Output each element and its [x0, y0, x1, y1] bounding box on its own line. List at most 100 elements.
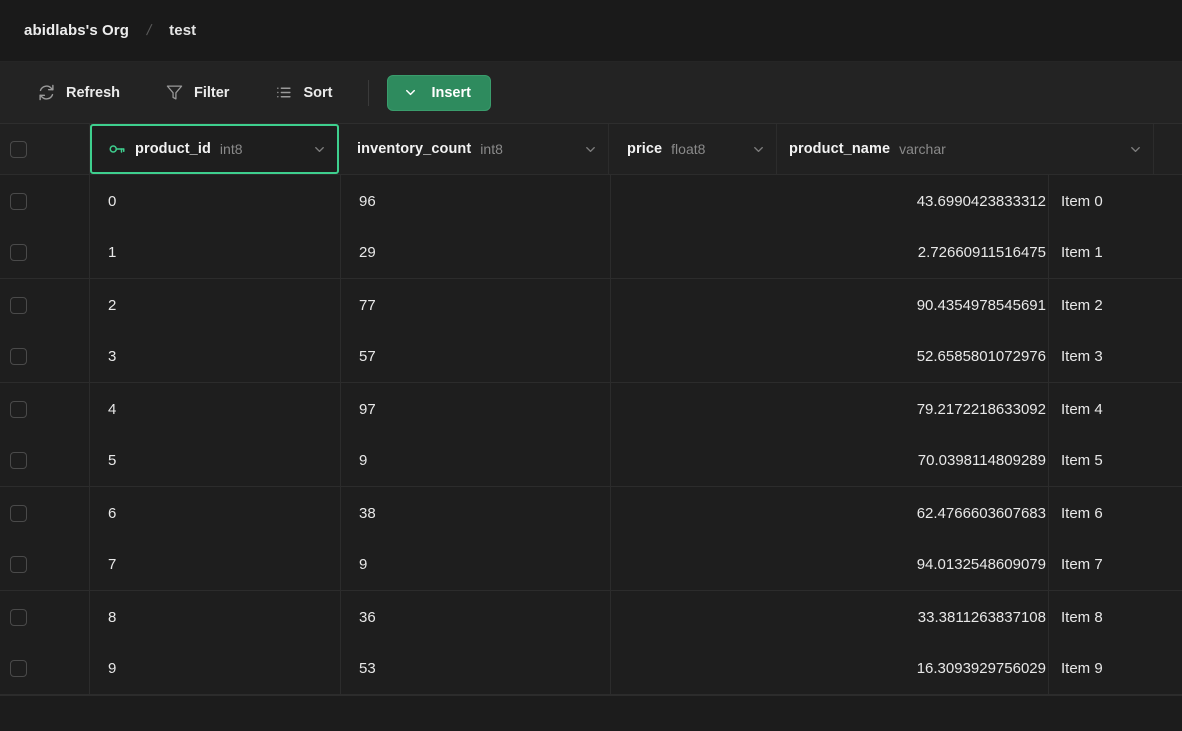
cell-inventory_count[interactable]: 9 [341, 435, 611, 486]
cell-inventory_count[interactable]: 57 [341, 331, 611, 382]
select-all-checkbox[interactable] [10, 141, 27, 158]
column-header-inventory_count[interactable]: inventory_count int8 [339, 124, 609, 174]
cell-price[interactable]: 16.3093929756029 [611, 643, 1049, 694]
cell-inventory_count[interactable]: 97 [341, 383, 611, 435]
chevron-down-icon[interactable] [751, 142, 766, 157]
row-checkbox[interactable] [10, 609, 27, 626]
refresh-button[interactable]: Refresh [24, 78, 134, 107]
row-checkbox[interactable] [10, 348, 27, 365]
table-row[interactable]: 1292.72660911516475Item 1 [0, 227, 1182, 279]
breadcrumb-org[interactable]: abidlabs's Org [24, 22, 129, 39]
row-select-cell[interactable] [0, 175, 90, 227]
row-select-cell[interactable] [0, 643, 90, 694]
breadcrumb-bar: abidlabs's Org / test [0, 0, 1182, 62]
cell-product_name[interactable]: Item 3 [1049, 331, 1182, 382]
cell-inventory_count[interactable]: 77 [341, 279, 611, 331]
cell-price[interactable]: 79.2172218633092 [611, 383, 1049, 435]
cell-product_name[interactable]: Item 2 [1049, 279, 1182, 331]
row-checkbox[interactable] [10, 452, 27, 469]
table-toolbar: Refresh Filter Sort [0, 62, 1182, 124]
row-select-cell[interactable] [0, 331, 90, 382]
row-select-cell[interactable] [0, 487, 90, 539]
chevron-down-icon[interactable] [312, 142, 327, 157]
cell-product_id[interactable]: 8 [90, 591, 341, 643]
cell-product_name[interactable]: Item 8 [1049, 591, 1182, 643]
row-checkbox[interactable] [10, 297, 27, 314]
breadcrumb-table[interactable]: test [169, 22, 196, 39]
cell-product_id[interactable]: 5 [90, 435, 341, 486]
filter-label: Filter [194, 85, 229, 101]
cell-product_id[interactable]: 4 [90, 383, 341, 435]
cell-price[interactable]: 2.72660911516475 [611, 227, 1049, 278]
row-checkbox[interactable] [10, 660, 27, 677]
chevron-down-icon[interactable] [1128, 142, 1143, 157]
cell-price[interactable]: 43.6990423833312 [611, 175, 1049, 227]
cell-product_id[interactable]: 1 [90, 227, 341, 278]
row-checkbox[interactable] [10, 505, 27, 522]
row-checkbox[interactable] [10, 244, 27, 261]
select-all-cell[interactable] [0, 124, 90, 174]
cell-price[interactable]: 94.0132548609079 [611, 539, 1049, 590]
cell-price[interactable]: 52.6585801072976 [611, 331, 1049, 382]
column-name-price: price [627, 141, 662, 157]
sort-icon [275, 84, 292, 101]
cell-product_name[interactable]: Item 5 [1049, 435, 1182, 486]
refresh-icon [38, 84, 55, 101]
row-select-cell[interactable] [0, 383, 90, 435]
column-header-price[interactable]: price float8 [609, 124, 777, 174]
row-checkbox[interactable] [10, 193, 27, 210]
table-row[interactable]: 09643.6990423833312Item 0 [0, 175, 1182, 227]
column-header-product_name[interactable]: product_name varchar [777, 124, 1154, 174]
cell-product_id[interactable]: 0 [90, 175, 341, 227]
table-row[interactable]: 49779.2172218633092Item 4 [0, 383, 1182, 435]
cell-product_id[interactable]: 7 [90, 539, 341, 590]
cell-product_id[interactable]: 3 [90, 331, 341, 382]
column-type-price: float8 [671, 141, 705, 157]
chevron-down-icon[interactable] [583, 142, 598, 157]
table-row[interactable]: 5970.0398114809289Item 5 [0, 435, 1182, 487]
refresh-label: Refresh [66, 85, 120, 101]
cell-inventory_count[interactable]: 38 [341, 487, 611, 539]
cell-price[interactable]: 70.0398114809289 [611, 435, 1049, 486]
cell-inventory_count[interactable]: 29 [341, 227, 611, 278]
breadcrumb-separator: / [145, 22, 153, 39]
cell-product_name[interactable]: Item 0 [1049, 175, 1182, 227]
insert-button[interactable]: Insert [387, 75, 491, 111]
cell-inventory_count[interactable]: 9 [341, 539, 611, 590]
cell-price[interactable]: 90.4354978545691 [611, 279, 1049, 331]
row-select-cell[interactable] [0, 279, 90, 331]
column-header-product_id[interactable]: product_id int8 [90, 124, 339, 174]
cell-product_name[interactable]: Item 6 [1049, 487, 1182, 539]
cell-inventory_count[interactable]: 36 [341, 591, 611, 643]
cell-product_name[interactable]: Item 7 [1049, 539, 1182, 590]
column-header-spacer [1154, 124, 1180, 174]
table-row[interactable]: 35752.6585801072976Item 3 [0, 331, 1182, 383]
grid-body: 09643.6990423833312Item 01292.7266091151… [0, 175, 1182, 695]
row-select-cell[interactable] [0, 539, 90, 590]
cell-price[interactable]: 62.4766603607683 [611, 487, 1049, 539]
row-select-cell[interactable] [0, 227, 90, 278]
table-row[interactable]: 95316.3093929756029Item 9 [0, 643, 1182, 695]
cell-product_name[interactable]: Item 4 [1049, 383, 1182, 435]
column-name-product_id: product_id [135, 141, 211, 157]
table-row[interactable]: 63862.4766603607683Item 6 [0, 487, 1182, 539]
cell-inventory_count[interactable]: 96 [341, 175, 611, 227]
cell-product_id[interactable]: 2 [90, 279, 341, 331]
row-select-cell[interactable] [0, 591, 90, 643]
row-checkbox[interactable] [10, 556, 27, 573]
toolbar-divider [368, 80, 369, 106]
cell-product_id[interactable]: 9 [90, 643, 341, 694]
filter-icon [166, 84, 183, 101]
cell-product_id[interactable]: 6 [90, 487, 341, 539]
cell-price[interactable]: 33.3811263837108 [611, 591, 1049, 643]
cell-product_name[interactable]: Item 1 [1049, 227, 1182, 278]
sort-button[interactable]: Sort [261, 78, 346, 107]
cell-product_name[interactable]: Item 9 [1049, 643, 1182, 694]
table-row[interactable]: 7994.0132548609079Item 7 [0, 539, 1182, 591]
filter-button[interactable]: Filter [152, 78, 243, 107]
table-row[interactable]: 27790.4354978545691Item 2 [0, 279, 1182, 331]
cell-inventory_count[interactable]: 53 [341, 643, 611, 694]
row-checkbox[interactable] [10, 401, 27, 418]
table-row[interactable]: 83633.3811263837108Item 8 [0, 591, 1182, 643]
row-select-cell[interactable] [0, 435, 90, 486]
